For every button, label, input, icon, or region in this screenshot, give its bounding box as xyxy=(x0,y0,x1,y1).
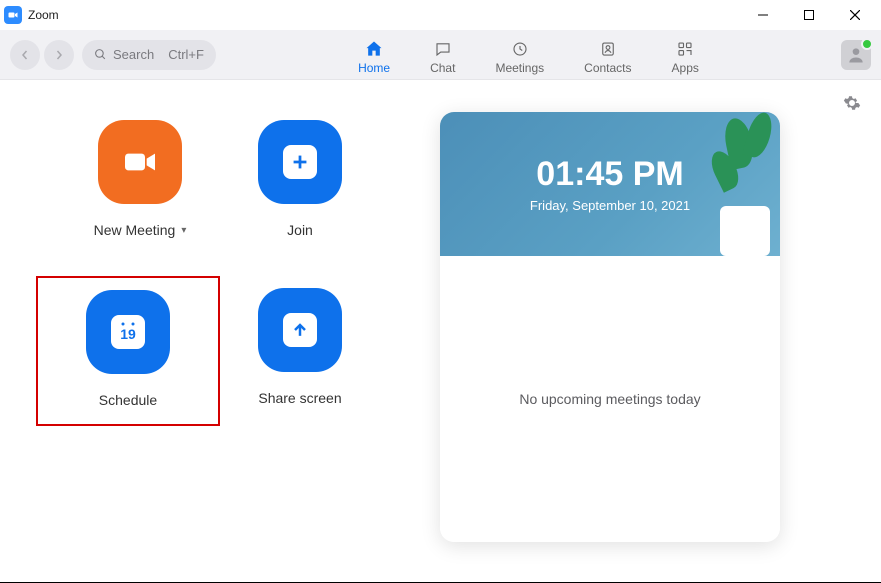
video-icon xyxy=(98,120,182,204)
no-meetings-text: No upcoming meetings today xyxy=(519,391,700,407)
chat-icon xyxy=(433,39,453,59)
profile-avatar[interactable] xyxy=(841,40,871,70)
home-actions: New Meeting ▾ Join 19 xyxy=(0,80,440,583)
minimize-button[interactable] xyxy=(741,0,785,30)
share-screen-tile[interactable]: Share screen xyxy=(220,288,380,426)
plant-decoration xyxy=(710,112,780,256)
nav-back-button[interactable] xyxy=(10,40,40,70)
clock-icon xyxy=(510,39,530,59)
share-screen-label: Share screen xyxy=(258,390,341,406)
tab-apps-label: Apps xyxy=(672,61,699,75)
tab-contacts[interactable]: Contacts xyxy=(584,35,631,75)
window-controls xyxy=(741,0,877,30)
join-label: Join xyxy=(287,222,313,238)
current-date: Friday, September 10, 2021 xyxy=(530,198,690,213)
search-shortcut: Ctrl+F xyxy=(168,47,204,62)
schedule-tile[interactable]: 19 Schedule xyxy=(62,290,194,408)
tab-meetings-label: Meetings xyxy=(495,61,544,75)
join-tile[interactable]: Join xyxy=(220,120,380,238)
calendar-icon: 19 xyxy=(86,290,170,374)
arrow-up-icon xyxy=(258,288,342,372)
tab-home-label: Home xyxy=(358,61,390,75)
right-pane: 01:45 PM Friday, September 10, 2021 No u… xyxy=(440,80,881,583)
titlebar: Zoom xyxy=(0,0,881,30)
zoom-app-icon xyxy=(4,6,22,24)
apps-icon xyxy=(675,39,695,59)
chevron-down-icon[interactable]: ▾ xyxy=(181,225,186,236)
schedule-highlight: 19 Schedule xyxy=(36,276,220,426)
maximize-button[interactable] xyxy=(787,0,831,30)
tab-meetings[interactable]: Meetings xyxy=(495,35,544,75)
current-time: 01:45 PM xyxy=(536,155,683,194)
today-card: 01:45 PM Friday, September 10, 2021 No u… xyxy=(440,112,780,542)
nav-forward-button[interactable] xyxy=(44,40,74,70)
tab-home[interactable]: Home xyxy=(358,35,390,75)
contacts-icon xyxy=(598,39,618,59)
search-icon xyxy=(94,48,107,61)
main-tabs: Home Chat Meetings Contacts Apps xyxy=(216,35,841,75)
new-meeting-tile[interactable]: New Meeting ▾ xyxy=(60,120,220,238)
tab-apps[interactable]: Apps xyxy=(672,35,699,75)
tab-chat[interactable]: Chat xyxy=(430,35,455,75)
close-button[interactable] xyxy=(833,0,877,30)
new-meeting-label: New Meeting xyxy=(94,222,176,238)
schedule-label: Schedule xyxy=(99,392,157,408)
search-placeholder: Search xyxy=(113,47,154,62)
content-area: New Meeting ▾ Join 19 xyxy=(0,80,881,583)
home-icon xyxy=(364,39,384,59)
gear-icon xyxy=(843,94,861,112)
window-title: Zoom xyxy=(28,8,741,22)
tab-contacts-label: Contacts xyxy=(584,61,631,75)
search-input[interactable]: Search Ctrl+F xyxy=(82,40,216,70)
settings-button[interactable] xyxy=(843,94,861,117)
plus-icon xyxy=(258,120,342,204)
hero-banner: 01:45 PM Friday, September 10, 2021 xyxy=(440,112,780,256)
avatar-icon xyxy=(846,45,866,65)
tab-chat-label: Chat xyxy=(430,61,455,75)
toolbar: Search Ctrl+F Home Chat Meetings Contact… xyxy=(0,30,881,80)
calendar-day: 19 xyxy=(120,326,136,342)
